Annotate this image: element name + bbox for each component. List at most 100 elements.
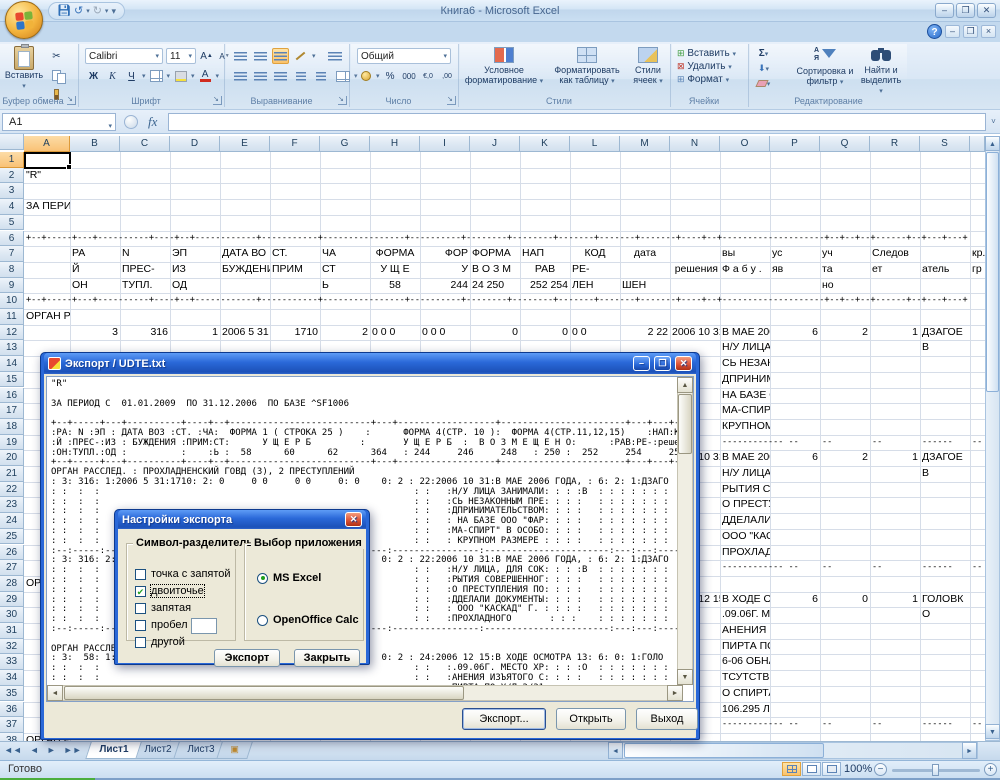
row-header-29[interactable]: 29 xyxy=(0,592,24,608)
first-sheet-icon[interactable]: ◄◄ xyxy=(0,742,26,758)
undo-icon[interactable]: ↺ xyxy=(74,4,83,18)
align-bottom-icon[interactable] xyxy=(272,48,289,64)
column-header-H[interactable]: H xyxy=(370,136,420,152)
cell-A11[interactable]: ОРГАН РАССЛЕД. xyxy=(24,309,70,325)
column-header-P[interactable]: P xyxy=(770,136,820,152)
cell-K8[interactable]: РАВ xyxy=(520,262,570,278)
page-layout-view-button[interactable] xyxy=(802,762,821,776)
row-header-1[interactable]: 1 xyxy=(0,152,24,168)
align-right-icon[interactable] xyxy=(272,68,289,84)
row-header-5[interactable]: 5 xyxy=(0,215,24,231)
vertical-scroll-thumb[interactable] xyxy=(986,152,999,392)
decrease-decimal-button[interactable]: ,00 xyxy=(439,68,456,84)
cell-K7[interactable]: НАП xyxy=(520,246,570,262)
cell-L8[interactable]: РЕ- xyxy=(570,262,620,278)
fill-color-icon[interactable] xyxy=(172,68,189,84)
cell-C9[interactable]: ТУПЛ. xyxy=(120,278,170,294)
fill-color-dropdown[interactable]: ▾ xyxy=(191,72,195,80)
cell-A4[interactable]: ЗА ПЕРИОД С 01.01.2009 ПО 31.12.2006 ПО … xyxy=(24,199,70,215)
cell-O32[interactable]: ПИРТА ПО xyxy=(720,639,770,655)
last-sheet-icon[interactable]: ►► xyxy=(60,742,86,758)
settings-dialog-close-button[interactable]: ✕ xyxy=(345,512,362,527)
row-header-10[interactable]: 10 xyxy=(0,293,24,309)
row-header-14[interactable]: 14 xyxy=(0,356,24,372)
cell-R12[interactable]: 1 xyxy=(870,325,920,341)
cell-N12[interactable]: 2006 10 31 xyxy=(670,325,720,341)
cell-H12[interactable]: 0 0 0 xyxy=(370,325,420,341)
cell-J9[interactable]: 24 250 xyxy=(470,278,520,294)
bold-button[interactable]: Ж xyxy=(85,68,102,84)
cell-E12[interactable]: 2006 5 31 xyxy=(220,325,270,341)
cell-S30[interactable]: О xyxy=(920,607,970,623)
cell-O33[interactable]: 6-06 ОБНА xyxy=(720,654,770,670)
cell-L7[interactable]: КОД xyxy=(570,246,620,262)
cell-A10[interactable]: +--+-----+---+----------+----+--+-------… xyxy=(24,293,70,309)
row-header-13[interactable]: 13 xyxy=(0,340,24,356)
cell-F12[interactable]: 1710 xyxy=(270,325,320,341)
column-header-R[interactable]: R xyxy=(870,136,920,152)
row-header-18[interactable]: 18 xyxy=(0,419,24,435)
cell-Q9[interactable]: но xyxy=(820,278,870,294)
column-header-A[interactable]: A xyxy=(24,136,70,152)
cell-P29[interactable]: 6 xyxy=(770,592,820,608)
cell-S27[interactable]: ------ xyxy=(920,560,970,576)
cell-D12[interactable]: 1 xyxy=(170,325,220,341)
cell-S12[interactable]: ДЗАГОЕ xyxy=(920,325,970,341)
cell-Q29[interactable]: 0 xyxy=(820,592,870,608)
column-header-I[interactable]: I xyxy=(420,136,470,152)
number-dialog-launcher[interactable]: ↘ xyxy=(447,96,456,105)
percent-style-button[interactable]: % xyxy=(382,68,399,84)
column-header-F[interactable]: F xyxy=(270,136,320,152)
cell-S19[interactable]: ------ xyxy=(920,435,970,451)
column-header-L[interactable]: L xyxy=(570,136,620,152)
cell-E8[interactable]: БУЖДЕНИ xyxy=(220,262,270,278)
export-hscroll-thumb[interactable] xyxy=(64,686,464,700)
settings-close-button[interactable]: Закрыть xyxy=(294,649,360,667)
redo-icon[interactable]: ↻ xyxy=(93,4,102,18)
cell-O34[interactable]: ТСУТСТВИ xyxy=(720,670,770,686)
accounting-format-dropdown[interactable]: ▾ xyxy=(376,72,380,80)
column-header-T[interactable] xyxy=(970,136,985,152)
font-color-dropdown[interactable]: ▾ xyxy=(216,72,220,80)
cell-S29[interactable]: ГОЛОВК xyxy=(920,592,970,608)
row-header-27[interactable]: 27 xyxy=(0,560,24,576)
cell-S21[interactable]: В xyxy=(920,466,970,482)
font-dialog-launcher[interactable]: ↘ xyxy=(213,96,222,105)
workbook-minimize-button[interactable]: – xyxy=(945,25,960,38)
cell-I8[interactable]: У xyxy=(420,262,470,278)
row-header-11[interactable]: 11 xyxy=(0,309,24,325)
row-header-38[interactable]: 38 xyxy=(0,733,24,741)
cell-H8[interactable]: У Щ Е xyxy=(370,262,420,278)
cell-O12[interactable]: В МАЕ 200 xyxy=(720,325,770,341)
checkbox-row-пробел[interactable]: пробел xyxy=(135,619,188,631)
row-header-33[interactable]: 33 xyxy=(0,654,24,670)
window-close-button[interactable]: ✕ xyxy=(977,3,996,18)
alignment-dialog-launcher[interactable]: ↘ xyxy=(338,96,347,105)
cell-O37[interactable]: ------------ -- xyxy=(720,717,770,733)
name-box-dropdown[interactable]: ▾ xyxy=(108,119,112,135)
cell-O18[interactable]: КРУПНОМ xyxy=(720,419,770,435)
export-button[interactable]: Экспорт... xyxy=(462,708,546,730)
underline-button[interactable]: Ч xyxy=(123,68,140,84)
formula-options-button[interactable] xyxy=(124,115,138,129)
conditional-formatting-button[interactable]: Условное форматирование ▾ xyxy=(464,47,544,87)
find-select-button[interactable]: Найти и выделить ▾ xyxy=(858,47,904,97)
row-header-26[interactable]: 26 xyxy=(0,545,24,561)
font-family-combo[interactable]: Calibri▾ xyxy=(85,48,163,64)
column-header-J[interactable]: J xyxy=(470,136,520,152)
row-header-31[interactable]: 31 xyxy=(0,623,24,639)
zoom-out-button[interactable]: − xyxy=(874,763,887,776)
font-color-icon[interactable]: А xyxy=(197,68,214,84)
cell-O27[interactable]: ------------ -- xyxy=(720,560,770,576)
page-break-view-button[interactable] xyxy=(822,762,841,776)
row-header-28[interactable]: 28 xyxy=(0,576,24,592)
checkbox-row-запятая[interactable]: запятая xyxy=(135,602,191,614)
zoom-in-button[interactable]: + xyxy=(984,763,997,776)
cell-Q7[interactable]: уч xyxy=(820,246,870,262)
qat-customize-dropdown[interactable]: ▾ xyxy=(111,6,116,17)
format-cells-button[interactable]: ⊞ Формат ▾ xyxy=(677,74,736,85)
cell-P8[interactable]: яв xyxy=(770,262,820,278)
checkbox-row-точка с запятой[interactable]: точка с запятой xyxy=(135,568,231,580)
row-header-4[interactable]: 4 xyxy=(0,199,24,215)
export-dialog-maximize-button[interactable]: ❐ xyxy=(654,356,671,371)
